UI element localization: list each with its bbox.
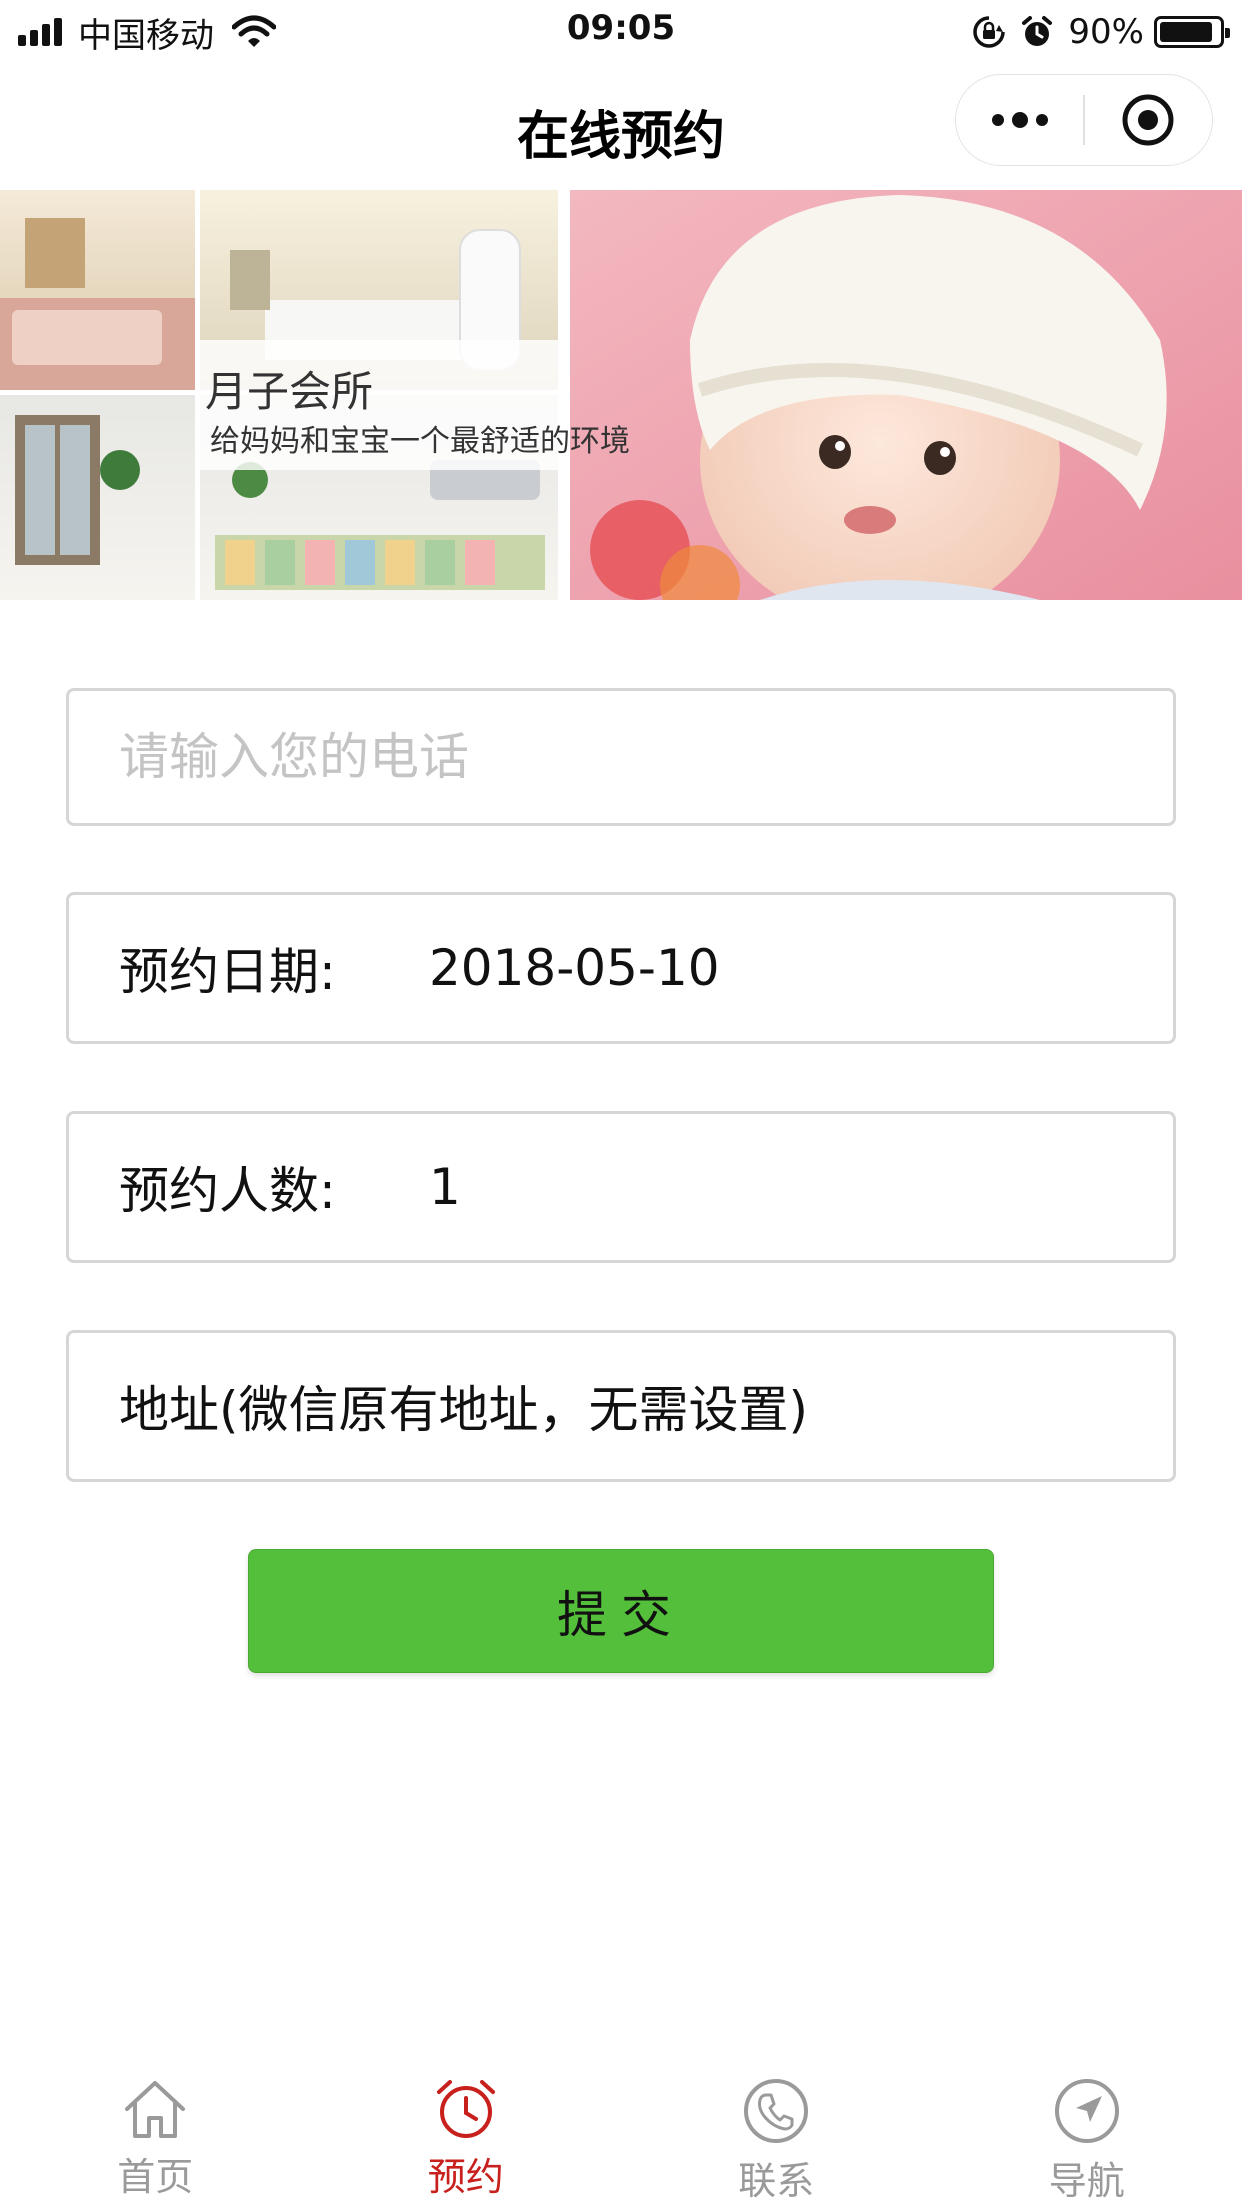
more-dots-icon [991,112,1048,128]
submit-button[interactable]: 提交 [248,1549,994,1673]
mini-program-capsule [955,74,1213,166]
battery-fill [1160,22,1213,42]
alarm-clock-icon [436,2080,495,2138]
tab-booking[interactable]: 预约 [311,2060,622,2208]
address-text: 地址(微信原有地址，无需设置) [119,1381,809,1439]
more-button[interactable] [956,74,1083,166]
date-value[interactable]: 2018-05-10 [429,939,720,997]
tab-contact[interactable]: 联系 [621,2060,932,2208]
status-bar: 中国移动 09:05 90% [0,0,1242,64]
count-label: 预约人数: [119,1162,336,1220]
banner-graphic [0,190,1242,600]
record-target-icon [1122,94,1174,146]
phone-input[interactable] [119,728,1173,786]
tab-booking-label: 预约 [427,2155,504,2199]
tab-contact-label: 联系 [738,2159,815,2203]
orientation-lock-icon [973,16,1006,48]
close-button[interactable] [1085,74,1212,166]
nav-bar: 在线预约 [0,64,1242,190]
phone-icon [744,2079,809,2143]
phone-field[interactable] [66,688,1176,826]
banner-title: 月子会所 [205,367,374,416]
tab-home[interactable]: 首页 [0,2060,311,2208]
banner-image[interactable]: 月子会所 给妈妈和宝宝一个最舒适的环境 [0,190,1242,600]
tab-navigation[interactable]: 导航 [932,2060,1242,2208]
tab-bar: 首页 预约 联系 导航 [0,2060,1242,2208]
date-field[interactable]: 预约日期: 2018-05-10 [66,892,1176,1044]
status-right: 90% [972,10,1230,54]
page: 中国移动 09:05 90% 在线预约 月子会所 给妈妈和宝宝一个最舒适的环境 … [0,0,1242,2208]
banner-subtitle: 给妈妈和宝宝一个最舒适的环境 [210,424,630,459]
date-label: 预约日期: [119,943,336,1001]
count-value[interactable]: 1 [429,1158,461,1216]
address-field[interactable]: 地址(微信原有地址，无需设置) [66,1330,1176,1482]
battery-percent: 90% [1068,12,1144,52]
count-field[interactable]: 预约人数: 1 [66,1111,1176,1263]
tab-navigation-label: 导航 [1048,2159,1125,2203]
tab-home-label: 首页 [117,2155,194,2199]
navigation-icon [1054,2079,1119,2143]
battery-icon [1154,16,1230,48]
alarm-icon [1022,16,1053,46]
home-icon [125,2081,186,2138]
